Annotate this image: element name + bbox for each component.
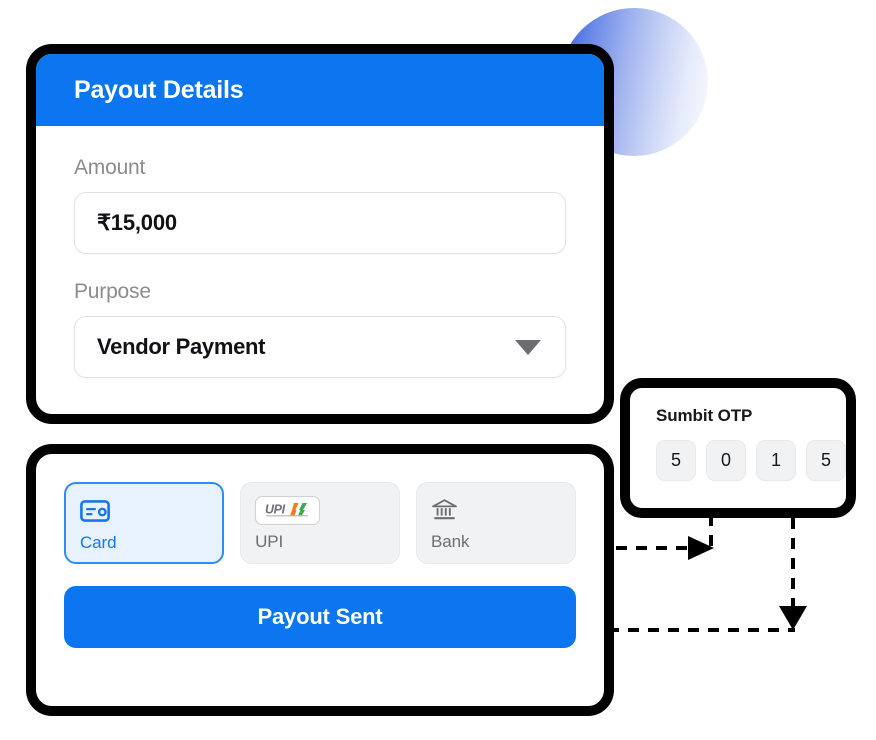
screen-root: Payout Details Amount ₹15,000 Purpose Ve… [0,0,876,740]
otp-digit-1[interactable]: 5 [656,440,696,481]
credit-card-icon [80,496,208,526]
payout-details-body: Amount ₹15,000 Purpose Vendor Payment [36,126,604,378]
otp-digit-3[interactable]: 1 [756,440,796,481]
otp-digit-4[interactable]: 5 [806,440,846,481]
otp-title: Sumbit OTP [656,406,753,425]
page-title: Payout Details [74,75,244,104]
chevron-down-icon[interactable] [515,339,541,355]
payment-method-tile-upi[interactable]: UPI UPI [240,482,401,564]
svg-text:UPI: UPI [265,503,286,517]
payout-sent-button[interactable]: Payout Sent [64,586,576,648]
purpose-selected-value: Vendor Payment [97,334,266,359]
otp-to-payout-arrowhead [779,606,807,630]
field-spacer [74,254,566,280]
purpose-label: Purpose [74,280,151,303]
bank-building-icon [431,495,561,525]
payout-details-header: Payout Details [36,54,604,126]
tabs-to-otp-arrowhead [688,536,714,560]
payout-details-card: Payout Details Amount ₹15,000 Purpose Ve… [26,44,614,424]
submit-otp-card: Sumbit OTP 5 0 1 5 [620,378,856,518]
amount-label: Amount [74,156,146,179]
payment-method-card: Card UPI UPI Bank Payout Sent [26,444,614,716]
amount-value: ₹15,000 [97,210,177,235]
payment-method-label-upi: UPI [255,532,284,551]
payment-method-tile-bank[interactable]: Bank [416,482,576,564]
payment-method-label-bank: Bank [431,532,470,551]
upi-logo-icon: UPI [255,495,385,525]
amount-field[interactable]: ₹15,000 [74,192,566,254]
otp-digit-2[interactable]: 0 [706,440,746,481]
payment-method-tile-card[interactable]: Card [64,482,225,564]
payment-method-tabs: Card UPI UPI Bank [64,482,576,564]
purpose-select[interactable]: Vendor Payment [74,316,566,378]
otp-input-row: 5 0 1 5 [656,440,846,481]
payment-method-label-card: Card [80,533,117,552]
